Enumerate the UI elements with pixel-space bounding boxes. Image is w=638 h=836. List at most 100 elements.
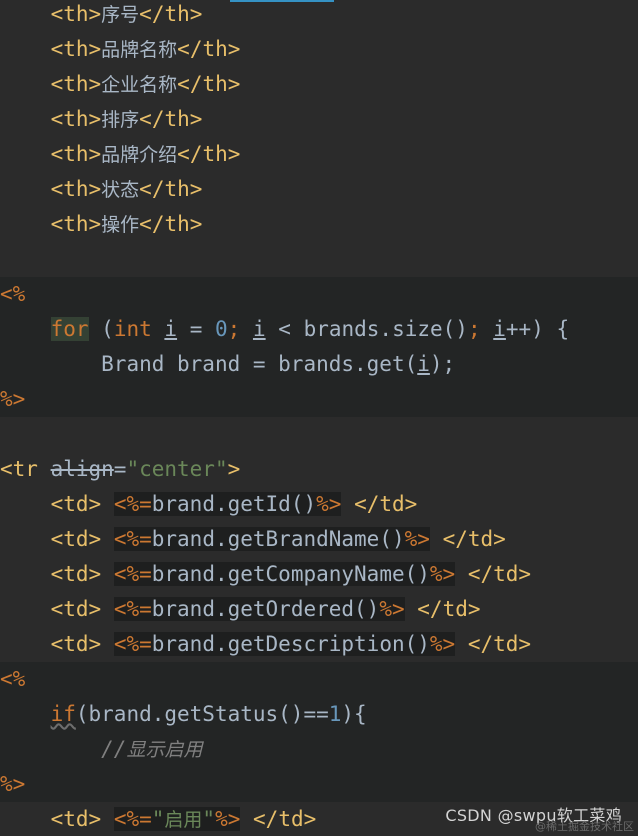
comment-slashes: //: [101, 737, 127, 761]
code-line-scriptlet-close-2[interactable]: %>: [0, 767, 638, 802]
jsp-expr-open: <%=: [113, 492, 152, 516]
tr-open-tag: <tr: [0, 457, 51, 481]
code-token: =: [177, 317, 215, 341]
jsp-expr-close: %>: [429, 562, 456, 586]
td-open-tag: <td>: [50, 597, 102, 621]
code-line-th-4[interactable]: <th>排序</th>: [0, 102, 638, 137]
th-open-tag: <th>: [50, 177, 102, 201]
code-token: (brand.getStatus()==: [75, 702, 329, 726]
th-close-tag: </th>: [139, 2, 203, 26]
code-line-comment[interactable]: //显示启用: [0, 732, 638, 767]
code-token: ) {: [531, 317, 570, 341]
td-close-tag: </td>: [467, 562, 532, 586]
jsp-expr-close: %>: [379, 597, 405, 621]
jsp-expr-close: %>: [404, 527, 430, 551]
code-token: ++: [505, 317, 532, 341]
td-open-tag: <td>: [50, 562, 102, 586]
th-close-tag: </th>: [139, 177, 203, 201]
if-keyword: if: [50, 702, 76, 726]
code-token: );: [429, 352, 456, 376]
th-text: 企业名称: [101, 74, 178, 96]
jsp-open-delim: <%: [0, 667, 26, 691]
juejin-watermark: @稀土掘金技术社区: [535, 820, 634, 833]
th-text: 操作: [101, 214, 140, 236]
semicolon: ;: [227, 317, 241, 341]
loop-variable: i: [164, 317, 178, 341]
th-text: 品牌介绍: [101, 144, 178, 166]
for-keyword: for: [50, 317, 89, 341]
td-open-tag: <td>: [50, 632, 102, 656]
string-literal: 启用: [164, 809, 203, 831]
td-open-tag: <td>: [50, 527, 102, 551]
code-line-tr-open[interactable]: <tr align="center">: [0, 452, 638, 487]
th-close-tag: </th>: [177, 37, 241, 61]
code-line-td-1[interactable]: <td> <%=brand.getId()%> </td>: [0, 487, 638, 522]
th-open-tag: <th>: [50, 107, 102, 131]
code-token: brand.getDescription(): [151, 632, 430, 656]
jsp-open-delim: <%: [0, 282, 26, 306]
code-line-td-2[interactable]: <td> <%=brand.getBrandName()%> </td>: [0, 522, 638, 557]
code-token: brands.size(): [303, 317, 468, 341]
td-open-tag: <td>: [50, 492, 102, 516]
code-token: brand.getCompanyName(): [151, 562, 430, 586]
td-close-tag: </td>: [467, 632, 532, 656]
code-line-scriptlet-open-2[interactable]: <%: [0, 662, 638, 697]
th-open-tag: <th>: [50, 142, 102, 166]
td-close-tag: </td>: [417, 597, 481, 621]
jsp-close-delim: %>: [0, 772, 26, 796]
comment-text: 显示启用: [126, 739, 203, 761]
code-token: =: [113, 457, 127, 481]
semicolon: ;: [467, 317, 481, 341]
jsp-expr-open: <%=: [113, 562, 152, 586]
number-literal: 0: [215, 317, 228, 341]
int-keyword: int: [113, 317, 152, 341]
loop-variable: i: [493, 317, 506, 341]
th-text: 排序: [101, 109, 140, 131]
code-editor[interactable]: <th>序号</th> <th>品牌名称</th> <th>企业名称</th> …: [0, 0, 638, 836]
td-close-tag: </td>: [253, 807, 317, 831]
th-close-tag: </th>: [177, 142, 241, 166]
th-open-tag: <th>: [50, 72, 102, 96]
td-open-tag: <td>: [50, 807, 102, 831]
td-close-tag: </td>: [442, 527, 506, 551]
code-line-for-loop[interactable]: for (int i = 0; i < brands.size(); i++) …: [0, 312, 638, 347]
jsp-close-delim: %>: [0, 387, 26, 411]
jsp-expr-close: %>: [429, 632, 456, 656]
code-line-th-7[interactable]: <th>操作</th>: [0, 207, 638, 242]
code-token: (: [88, 317, 114, 341]
code-token: brand.getBrandName(): [151, 527, 405, 551]
code-line-th-1[interactable]: <th>序号</th>: [0, 0, 638, 32]
th-open-tag: <th>: [50, 2, 102, 26]
code-token: <: [265, 317, 304, 341]
th-text: 品牌名称: [101, 39, 178, 61]
code-token: brand.getOrdered(): [151, 597, 380, 621]
code-token: ){: [341, 702, 367, 726]
jsp-expr-close: %>: [316, 492, 342, 516]
code-line-if[interactable]: if(brand.getStatus()==1){: [0, 697, 638, 732]
td-close-tag: </td>: [354, 492, 418, 516]
code-line-th-5[interactable]: <th>品牌介绍</th>: [0, 137, 638, 172]
tag-close: >: [227, 457, 241, 481]
code-line-scriptlet-close[interactable]: %>: [0, 382, 638, 417]
loop-variable: i: [417, 352, 430, 376]
code-line-th-2[interactable]: <th>品牌名称</th>: [0, 32, 638, 67]
code-line-td-4[interactable]: <td> <%=brand.getOrdered()%> </td>: [0, 592, 638, 627]
th-text: 序号: [101, 4, 140, 26]
code-token: Brand brand = brands.get(: [101, 352, 418, 376]
code-line-td-5[interactable]: <td> <%=brand.getDescription()%> </td>: [0, 627, 638, 662]
code-line-brand-decl[interactable]: Brand brand = brands.get(i);: [0, 347, 638, 382]
tr-align-attr: align: [50, 457, 114, 481]
th-close-tag: </th>: [139, 107, 203, 131]
string-literal: "center": [126, 457, 228, 481]
string-quote: ": [202, 807, 216, 831]
code-line-th-6[interactable]: <th>状态</th>: [0, 172, 638, 207]
loop-variable: i: [252, 317, 266, 341]
string-quote: ": [151, 807, 165, 831]
jsp-expr-open: <%=: [113, 632, 152, 656]
code-line-scriptlet-open[interactable]: <%: [0, 277, 638, 312]
code-line-th-3[interactable]: <th>企业名称</th>: [0, 67, 638, 102]
code-line-td-3[interactable]: <td> <%=brand.getCompanyName()%> </td>: [0, 557, 638, 592]
th-text: 状态: [101, 179, 140, 201]
jsp-expr-open: <%=: [113, 597, 152, 621]
jsp-expr-open: <%=: [113, 807, 152, 831]
